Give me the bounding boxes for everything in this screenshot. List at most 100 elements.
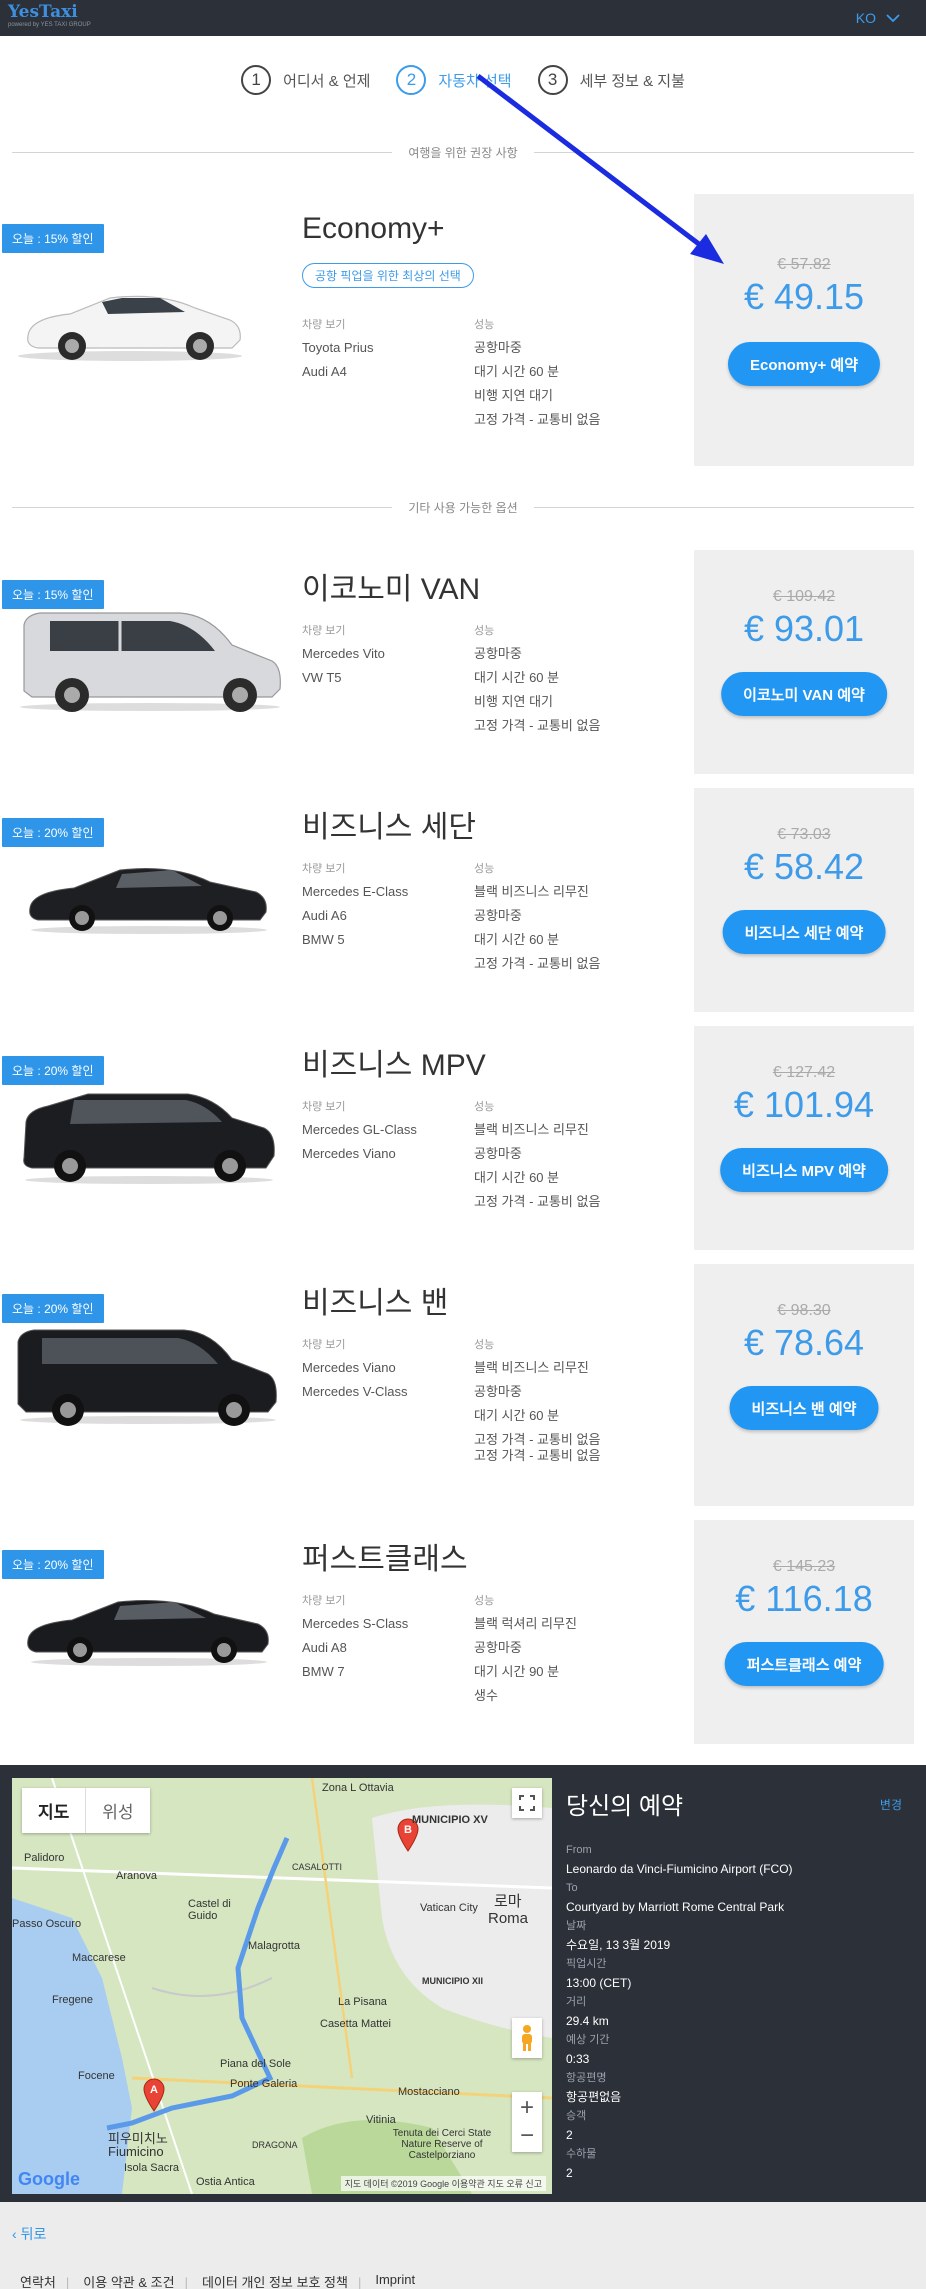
features-heading: 성능 <box>474 1595 495 1607</box>
detail-label: 거리 <box>566 1996 587 2008</box>
map-label: 로마 <box>494 1893 522 1910</box>
map-label: CASALOTTI <box>292 1862 343 1872</box>
feature-item: 공항마중 <box>474 1146 522 1161</box>
features-heading: 성능 <box>474 1339 495 1351</box>
change-booking-link[interactable]: 변경 <box>880 1796 902 1813</box>
detail-label: 날짜 <box>566 1920 587 1932</box>
detail-label: 수하물 <box>566 2148 597 2160</box>
detail-label: 항공편명 <box>566 2072 607 2084</box>
vehicle-title: 퍼스트클래스 <box>302 1543 468 1576</box>
vehicle-card-business-mpv: 오늘 : 20% 할인 비즈니스 MPV 차량 보기 Mercedes GL-C… <box>0 1026 926 1250</box>
book-business-sedan-button[interactable]: 비즈니스 세단 예약 <box>722 910 886 954</box>
old-price: € 145.23 <box>772 1558 836 1575</box>
discount-badge: 오늘 : 20% 할인 <box>2 1294 104 1323</box>
booking-passengers: 승객 2 <box>566 2107 914 2145</box>
zoom-out-button[interactable]: − <box>520 2122 534 2150</box>
detail-value: 13:00 (CET) <box>566 1976 632 1990</box>
models-column: 차량 보기 Mercedes Viano Mercedes V-Class <box>302 1332 407 1404</box>
booking-summary: 당신의 예약 변경 From Leonardo da Vinci-Fiumici… <box>566 1778 914 2183</box>
model-item: BMW 5 <box>302 932 345 947</box>
svg-text:B: B <box>404 1824 412 1836</box>
footer-link-contact[interactable]: 연락처 <box>20 2272 69 2289</box>
book-economy-van-button[interactable]: 이코노미 VAN 예약 <box>721 672 887 716</box>
map-label: MUNICIPIO XII <box>422 1976 484 1986</box>
feature-item: 블랙 비즈니스 리무진 <box>474 1122 589 1137</box>
book-economy-plus-button[interactable]: Economy+ 예약 <box>727 342 881 386</box>
zoom-in-button[interactable]: + <box>520 2094 534 2122</box>
footer-links: 연락처 이용 약관 & 조건 데이터 개인 정보 보호 정책 Imprint <box>20 2272 425 2289</box>
current-price: € 93.01 <box>743 608 865 649</box>
map-label: Vatican City <box>420 1902 478 1914</box>
map-label: Mostacciano <box>398 2086 460 2098</box>
tab-satellite[interactable]: 위성 <box>85 1788 149 1833</box>
features-heading: 성능 <box>474 319 495 331</box>
map-attribution[interactable]: 지도 데이터 ©2019 Google 이용약관 지도 오류 신고 <box>340 2176 546 2191</box>
footer-link-terms[interactable]: 이용 약관 & 조건 <box>83 2272 188 2289</box>
feature-item: 비행 지연 대기 <box>474 388 553 403</box>
car-suv-black-image <box>23 1093 275 1184</box>
models-heading: 차량 보기 <box>302 319 346 331</box>
detail-value: 수요일, 13 3월 2019 <box>566 1938 671 1952</box>
feature-item: 공항마중 <box>474 646 522 661</box>
map-label: MUNICIPIO XV <box>412 1814 488 1826</box>
footer-link-imprint[interactable]: Imprint <box>375 2272 425 2289</box>
book-business-mpv-button[interactable]: 비즈니스 MPV 예약 <box>720 1148 888 1192</box>
map-label: Passo Oscuro <box>12 1918 82 1930</box>
map-label: Castel di Guido <box>188 1898 231 1922</box>
detail-value: 29.4 km <box>566 2014 609 2028</box>
model-item: Audi A4 <box>302 364 347 379</box>
model-item: Mercedes GL-Class <box>302 1122 417 1137</box>
vehicle-card-first-class: 오늘 : 20% 할인 퍼스트클래스 차량 보기 Mercedes S-Clas… <box>0 1520 926 1744</box>
booking-to: To Courtyard by Marriott Rome Central Pa… <box>566 1879 914 1917</box>
models-column: 차량 보기 Mercedes GL-Class Mercedes Viano <box>302 1094 417 1166</box>
detail-value: 2 <box>566 2166 573 2180</box>
origin-marker-icon[interactable]: A <box>142 2078 166 2112</box>
current-price: € 116.18 <box>735 1578 873 1619</box>
old-price: € 127.42 <box>772 1064 836 1081</box>
price-box: € 98.30 € 78.64 비즈니스 밴 예약 <box>694 1264 914 1506</box>
map-label: Maccarese <box>72 1952 126 1964</box>
book-business-van-button[interactable]: 비즈니스 밴 예약 <box>729 1386 879 1430</box>
route-map[interactable]: 지도 위성 + − B A Zona L Ottavia MUNICIPIO X… <box>12 1778 552 2194</box>
tab-map[interactable]: 지도 <box>22 1788 85 1833</box>
google-logo-text: Google <box>18 2169 80 2189</box>
feature-item: 공항마중 <box>474 1384 522 1399</box>
price-box: € 73.03 € 58.42 비즈니스 세단 예약 <box>694 788 914 1012</box>
features-column: 성능 공항마중 대기 시간 60 분 비행 지연 대기 고정 가격 - 교통비 … <box>474 618 600 738</box>
chevron-left-icon: ‹ <box>12 2226 21 2242</box>
model-item: Toyota Prius <box>302 340 374 355</box>
discount-badge: 오늘 : 20% 할인 <box>2 818 104 847</box>
car-sedan-black-image <box>29 868 267 934</box>
model-item: BMW 7 <box>302 1664 345 1679</box>
annotation-arrow <box>476 74 724 264</box>
model-item: Mercedes Vito <box>302 646 385 661</box>
detail-value: Courtyard by Marriott Rome Central Park <box>566 1900 785 1914</box>
detail-label: 예상 기간 <box>566 2034 610 2046</box>
map-label: Aranova <box>116 1870 157 1882</box>
footer-link-privacy[interactable]: 데이터 개인 정보 보호 정책 <box>202 2272 361 2289</box>
old-price: € 109.42 <box>772 588 836 605</box>
feature-item: 고정 가격 - 교통비 없음 <box>474 1432 601 1447</box>
back-label: 뒤로 <box>20 2226 47 2242</box>
model-item: VW T5 <box>302 670 342 685</box>
current-price: € 58.42 <box>743 846 865 887</box>
fullscreen-button[interactable] <box>512 1788 542 1818</box>
current-price: € 78.64 <box>743 1322 865 1363</box>
book-first-class-button[interactable]: 퍼스트클래스 예약 <box>724 1642 884 1686</box>
models-heading: 차량 보기 <box>302 1101 346 1113</box>
map-label: Roma <box>488 1910 529 1927</box>
feature-item: 대기 시간 60 분 <box>474 1170 560 1185</box>
feature-item: 고정 가격 - 교통비 없음 <box>474 1448 601 1463</box>
feature-item: 공항마중 <box>474 340 522 355</box>
feature-item: 생수 <box>474 1688 498 1703</box>
features-column: 성능 블랙 비즈니스 리무진 공항마중 대기 시간 60 분 고정 가격 - 교… <box>474 856 600 976</box>
feature-item: 대기 시간 60 분 <box>474 364 560 379</box>
model-item: Audi A8 <box>302 1640 347 1655</box>
models-column: 차량 보기 Mercedes S-Class Audi A8 BMW 7 <box>302 1588 408 1684</box>
google-logo: Google <box>18 2169 80 2190</box>
map-label: Piana del Sole <box>220 2058 291 2070</box>
street-view-button[interactable] <box>512 2018 542 2058</box>
feature-item: 고정 가격 - 교통비 없음 <box>474 1194 601 1209</box>
features-heading: 성능 <box>474 1101 495 1113</box>
back-link[interactable]: ‹ 뒤로 <box>12 2224 46 2244</box>
